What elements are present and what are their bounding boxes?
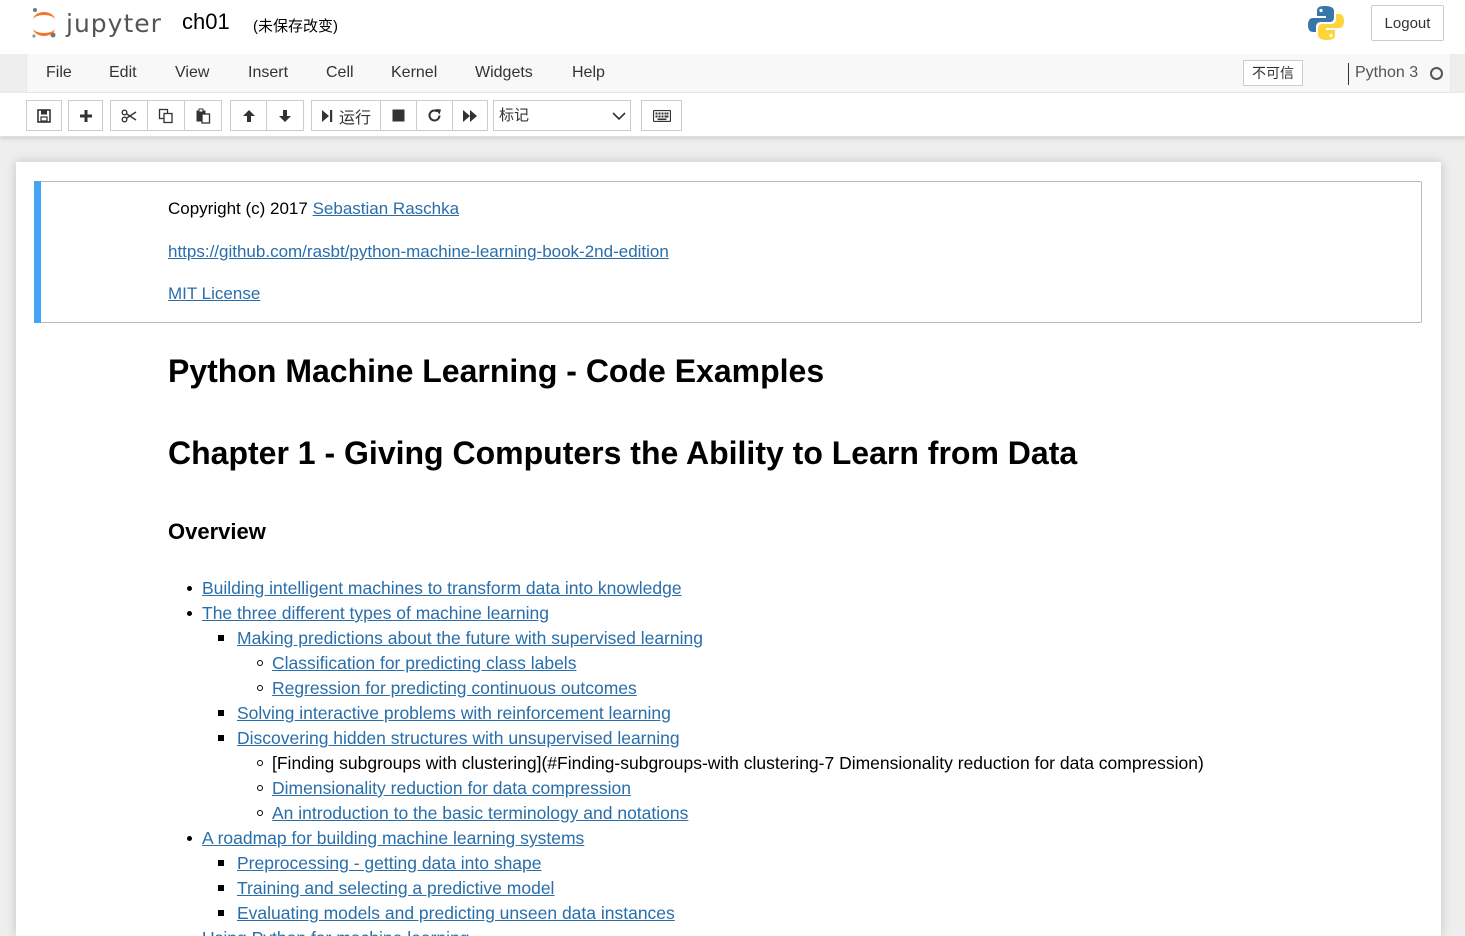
cell-type-value: 标记: [499, 107, 530, 124]
command-palette-button[interactable]: [641, 100, 682, 131]
menu-view[interactable]: View: [175, 64, 209, 82]
list-bullet: [257, 760, 263, 766]
save-button[interactable]: [26, 100, 62, 131]
list-bullet: [218, 635, 224, 641]
kernel-idle-indicator-icon: [1430, 67, 1443, 80]
toolbar: 运行 标记: [0, 93, 1465, 137]
toc-list-item: [Finding subgroups with clustering](#Fin…: [272, 753, 1204, 773]
repo-line: https://github.com/rasbt/python-machine-…: [168, 242, 669, 262]
license-line: MIT License: [168, 284, 260, 304]
keyboard-icon: [652, 109, 671, 122]
menu-help[interactable]: Help: [572, 64, 605, 82]
toc-list-item[interactable]: Building intelligent machines to transfo…: [202, 578, 682, 599]
toc-list-item[interactable]: Classification for predicting class labe…: [272, 653, 576, 674]
toc-list-item[interactable]: Training and selecting a predictive mode…: [237, 878, 554, 899]
jupyter-logo-icon: [30, 6, 58, 40]
run-label: 运行: [338, 109, 371, 127]
toc-list-item[interactable]: Dimensionality reduction for data compre…: [272, 778, 631, 799]
move-down-button[interactable]: [266, 100, 304, 131]
run-button[interactable]: 运行: [311, 100, 381, 131]
toc-list-item[interactable]: Making predictions about the future with…: [237, 628, 703, 649]
cell-type-select[interactable]: 标记: [493, 100, 631, 131]
menu-edit[interactable]: Edit: [109, 64, 137, 82]
list-bullet: [257, 785, 263, 791]
restart-icon: [428, 109, 441, 122]
list-bullet: [257, 810, 263, 816]
copy-button[interactable]: [147, 100, 185, 131]
copy-icon: [158, 108, 173, 123]
toc-list-item[interactable]: Regression for predicting continuous out…: [272, 678, 637, 699]
repo-link[interactable]: https://github.com/rasbt/python-machine-…: [168, 242, 669, 261]
list-bullet: [218, 910, 224, 916]
stop-icon: [392, 109, 405, 122]
restart-button[interactable]: [416, 100, 453, 131]
list-bullet: [187, 586, 192, 591]
paste-button[interactable]: [184, 100, 222, 131]
list-bullet: [218, 710, 224, 716]
menu-widgets[interactable]: Widgets: [475, 64, 533, 82]
cut-button[interactable]: [110, 100, 148, 131]
run-icon: [321, 109, 333, 122]
fast-forward-icon: [463, 109, 477, 122]
copyright-text: Copyright (c) 2017: [168, 199, 313, 218]
toc-list-item[interactable]: Using Python for machine learning: [202, 928, 470, 936]
kernel-name[interactable]: Python 3: [1355, 64, 1418, 82]
notebook-container[interactable]: Copyright (c) 2017 Sebastian Raschka htt…: [16, 162, 1441, 936]
toc-list-item[interactable]: Evaluating models and predicting unseen …: [237, 903, 675, 924]
save-icon: [37, 108, 51, 123]
jupyter-logo-text: jupyter: [66, 8, 162, 38]
list-bullet: [187, 836, 192, 841]
paste-icon: [196, 108, 211, 124]
move-up-button[interactable]: [230, 100, 267, 131]
toc-list-item[interactable]: The three different types of machine lea…: [202, 603, 549, 624]
python-logo-icon: [1307, 4, 1345, 47]
list-bullet: [257, 685, 263, 691]
list-bullet: [218, 735, 224, 741]
menu-kernel[interactable]: Kernel: [391, 64, 437, 82]
scissors-icon: [121, 109, 137, 122]
chapter-title: Chapter 1 - Giving Computers the Ability…: [168, 435, 1078, 471]
header: jupyter ch01 (未保存改变) Logout: [0, 0, 1465, 54]
jupyter-logo[interactable]: jupyter: [30, 6, 162, 40]
author-link[interactable]: Sebastian Raschka: [313, 199, 459, 218]
arrow-up-icon: [242, 109, 255, 122]
toc-list-item[interactable]: Preprocessing - getting data into shape: [237, 853, 542, 874]
toc-list-item[interactable]: Solving interactive problems with reinfo…: [237, 703, 671, 724]
list-bullet: [218, 885, 224, 891]
restart-run-all-button[interactable]: [452, 100, 488, 131]
menu-insert[interactable]: Insert: [248, 64, 288, 82]
list-bullet: [218, 860, 224, 866]
insert-cell-button[interactable]: [68, 100, 103, 131]
markdown-cell-selected[interactable]: Copyright (c) 2017 Sebastian Raschka htt…: [34, 181, 1422, 323]
toc-list-item[interactable]: A roadmap for building machine learning …: [202, 828, 584, 849]
trust-button[interactable]: 不可信: [1243, 60, 1303, 86]
copyright-line: Copyright (c) 2017 Sebastian Raschka: [168, 199, 459, 219]
plus-icon: [79, 109, 92, 122]
page-title: Python Machine Learning - Code Examples: [168, 353, 825, 389]
selected-cell-indicator: [34, 181, 41, 323]
menu-cell[interactable]: Cell: [326, 64, 354, 82]
list-bullet: [187, 611, 192, 616]
chevron-down-icon: [612, 112, 626, 121]
notebook-name[interactable]: ch01: [182, 9, 230, 35]
toc-list-item[interactable]: Discovering hidden structures with unsup…: [237, 728, 680, 749]
kernel-separator: [1348, 63, 1349, 85]
overview-heading: Overview: [168, 519, 266, 544]
arrow-down-icon: [279, 109, 291, 122]
logout-button[interactable]: Logout: [1371, 5, 1444, 41]
menubar: File Edit View Insert Cell Kernel Widget…: [26, 54, 1451, 93]
toc-list-item[interactable]: An introduction to the basic terminology…: [272, 803, 688, 824]
license-link[interactable]: MIT License: [168, 284, 260, 303]
menu-file[interactable]: File: [46, 64, 72, 82]
list-bullet: [257, 660, 263, 666]
stop-button[interactable]: [380, 100, 417, 131]
save-status: (未保存改变): [253, 18, 338, 35]
